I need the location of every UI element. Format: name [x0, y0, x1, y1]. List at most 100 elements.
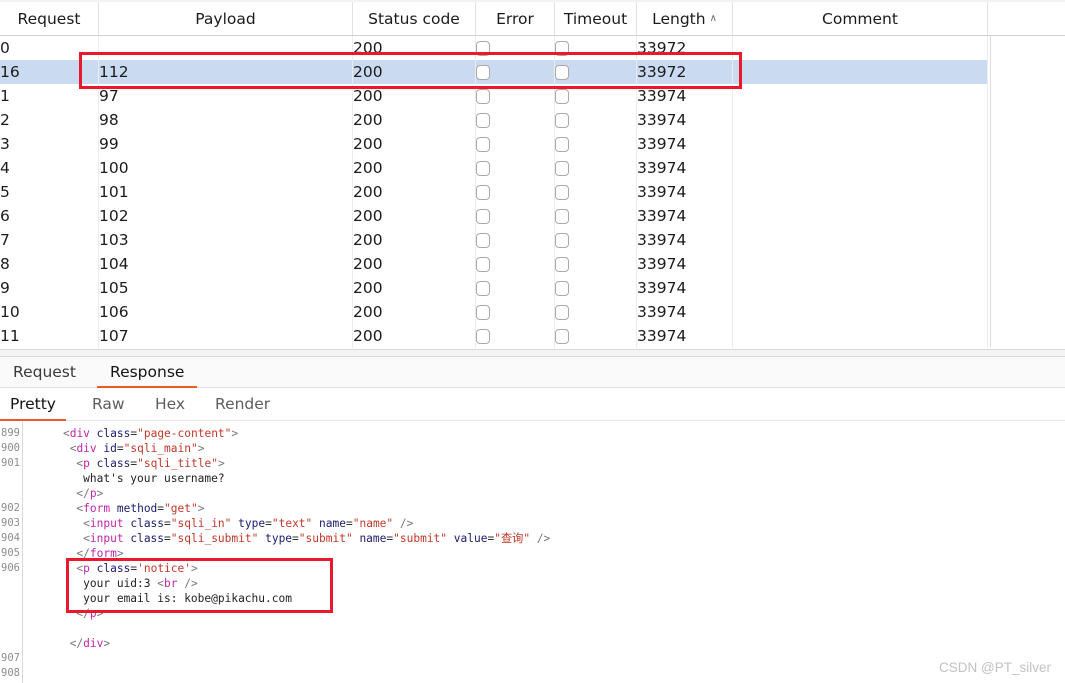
checkbox-icon[interactable] [555, 185, 569, 200]
checkbox-icon[interactable] [555, 257, 569, 272]
cell-error-checkbox[interactable] [475, 228, 555, 252]
cell-length: 33974 [636, 204, 733, 228]
cell-timeout-checkbox[interactable] [554, 204, 637, 228]
table-row[interactable]: 5 101 200 33974 [0, 180, 1065, 204]
code-content[interactable]: <div class="page-content"> <div id="sqli… [36, 421, 1056, 681]
column-header-length[interactable]: Length ∧ [636, 2, 733, 36]
code-line: </div> [36, 636, 1056, 651]
cell-request-value: 6 [0, 207, 10, 225]
tab-render[interactable]: Render [205, 389, 280, 421]
tab-hex[interactable]: Hex [145, 389, 195, 421]
checkbox-icon[interactable] [555, 65, 569, 80]
panel-splitter[interactable] [0, 349, 1065, 357]
cell-error-checkbox[interactable] [475, 276, 555, 300]
cell-timeout-checkbox[interactable] [554, 180, 637, 204]
cell-timeout-checkbox[interactable] [554, 300, 637, 324]
response-body-viewer[interactable]: 899 900 901 902 903 904 905 906 907 908 <div clas… [0, 421, 1065, 683]
table-row[interactable]: 0 200 33972 [0, 35, 1065, 60]
checkbox-icon[interactable] [476, 89, 490, 104]
table-row[interactable]: 11 107 200 33974 [0, 324, 1065, 348]
checkbox-icon[interactable] [555, 329, 569, 344]
column-header-payload[interactable]: Payload [98, 2, 353, 36]
results-table-body[interactable]: 0 200 33972 16 112 200 33972 1 97 200 33974 2 98 200 3… [0, 35, 1065, 348]
cell-error-checkbox[interactable] [475, 252, 555, 276]
checkbox-icon[interactable] [555, 233, 569, 248]
column-header-request[interactable]: Request [0, 2, 99, 36]
checkbox-icon[interactable] [555, 137, 569, 152]
checkbox-icon[interactable] [476, 209, 490, 224]
code-line: your email is: kobe@pikachu.com [36, 591, 1056, 606]
table-row[interactable]: 10 106 200 33974 [0, 300, 1065, 324]
checkbox-icon[interactable] [476, 233, 490, 248]
checkbox-icon[interactable] [476, 41, 490, 56]
cell-error-checkbox[interactable] [475, 35, 555, 60]
checkbox-icon[interactable] [555, 113, 569, 128]
cell-timeout-checkbox[interactable] [554, 324, 637, 348]
cell-timeout-checkbox[interactable] [554, 156, 637, 180]
cell-error-checkbox[interactable] [475, 84, 555, 108]
checkbox-icon[interactable] [476, 185, 490, 200]
table-row[interactable]: 7 103 200 33974 [0, 228, 1065, 252]
cell-error-checkbox[interactable] [475, 156, 555, 180]
column-header-payload-label: Payload [195, 9, 256, 28]
cell-timeout-checkbox[interactable] [554, 60, 637, 84]
attack-results-table[interactable]: Request Payload Status code Error Timeou… [0, 2, 1065, 348]
checkbox-icon[interactable] [555, 89, 569, 104]
cell-error-checkbox[interactable] [475, 108, 555, 132]
checkbox-icon[interactable] [555, 161, 569, 176]
cell-timeout-checkbox[interactable] [554, 84, 637, 108]
table-row[interactable]: 8 104 200 33974 [0, 252, 1065, 276]
checkbox-icon[interactable] [555, 281, 569, 296]
tab-response[interactable]: Response [97, 357, 198, 388]
cell-length-value: 33972 [637, 39, 687, 57]
table-row[interactable]: 6 102 200 33974 [0, 204, 1065, 228]
code-token: = [164, 532, 171, 545]
cell-comment [732, 108, 988, 132]
column-header-timeout[interactable]: Timeout [554, 2, 637, 36]
table-row[interactable]: 4 100 200 33974 [0, 156, 1065, 180]
code-line: <p class="sqli_title"> [36, 456, 1056, 471]
table-row[interactable]: 1 97 200 33974 [0, 84, 1065, 108]
checkbox-icon[interactable] [476, 113, 490, 128]
checkbox-icon[interactable] [476, 329, 490, 344]
checkbox-icon[interactable] [476, 257, 490, 272]
checkbox-icon[interactable] [476, 305, 490, 320]
checkbox-icon[interactable] [555, 305, 569, 320]
cell-error-checkbox[interactable] [475, 60, 555, 84]
cell-status-code-value: 200 [353, 255, 383, 273]
cell-timeout-checkbox[interactable] [554, 132, 637, 156]
tab-pretty[interactable]: Pretty [0, 389, 66, 421]
cell-payload: 104 [98, 252, 353, 276]
cell-timeout-checkbox[interactable] [554, 108, 637, 132]
cell-timeout-checkbox[interactable] [554, 252, 637, 276]
cell-spacer [988, 276, 1065, 300]
cell-request-value: 10 [0, 303, 20, 321]
cell-error-checkbox[interactable] [475, 132, 555, 156]
table-row[interactable]: 2 98 200 33974 [0, 108, 1065, 132]
checkbox-icon[interactable] [555, 209, 569, 224]
table-row[interactable]: 9 105 200 33974 [0, 276, 1065, 300]
cell-timeout-checkbox[interactable] [554, 35, 637, 60]
checkbox-icon[interactable] [476, 281, 490, 296]
tab-raw[interactable]: Raw [82, 389, 135, 421]
table-row[interactable]: 16 112 200 33972 [0, 60, 1065, 84]
tab-request[interactable]: Request [0, 357, 89, 388]
column-header-error[interactable]: Error [475, 2, 555, 36]
checkbox-icon[interactable] [476, 137, 490, 152]
cell-status-code-value: 200 [353, 111, 383, 129]
column-header-comment[interactable]: Comment [732, 2, 988, 36]
table-row[interactable]: 3 99 200 33974 [0, 132, 1065, 156]
cell-error-checkbox[interactable] [475, 180, 555, 204]
checkbox-icon[interactable] [476, 65, 490, 80]
cell-error-checkbox[interactable] [475, 204, 555, 228]
checkbox-icon[interactable] [476, 161, 490, 176]
checkbox-icon[interactable] [555, 41, 569, 56]
cell-error-checkbox[interactable] [475, 300, 555, 324]
column-header-timeout-label: Timeout [563, 9, 628, 28]
code-token: type [238, 517, 266, 530]
cell-error-checkbox[interactable] [475, 324, 555, 348]
cell-timeout-checkbox[interactable] [554, 276, 637, 300]
cell-timeout-checkbox[interactable] [554, 228, 637, 252]
column-header-status-code[interactable]: Status code [352, 2, 476, 36]
